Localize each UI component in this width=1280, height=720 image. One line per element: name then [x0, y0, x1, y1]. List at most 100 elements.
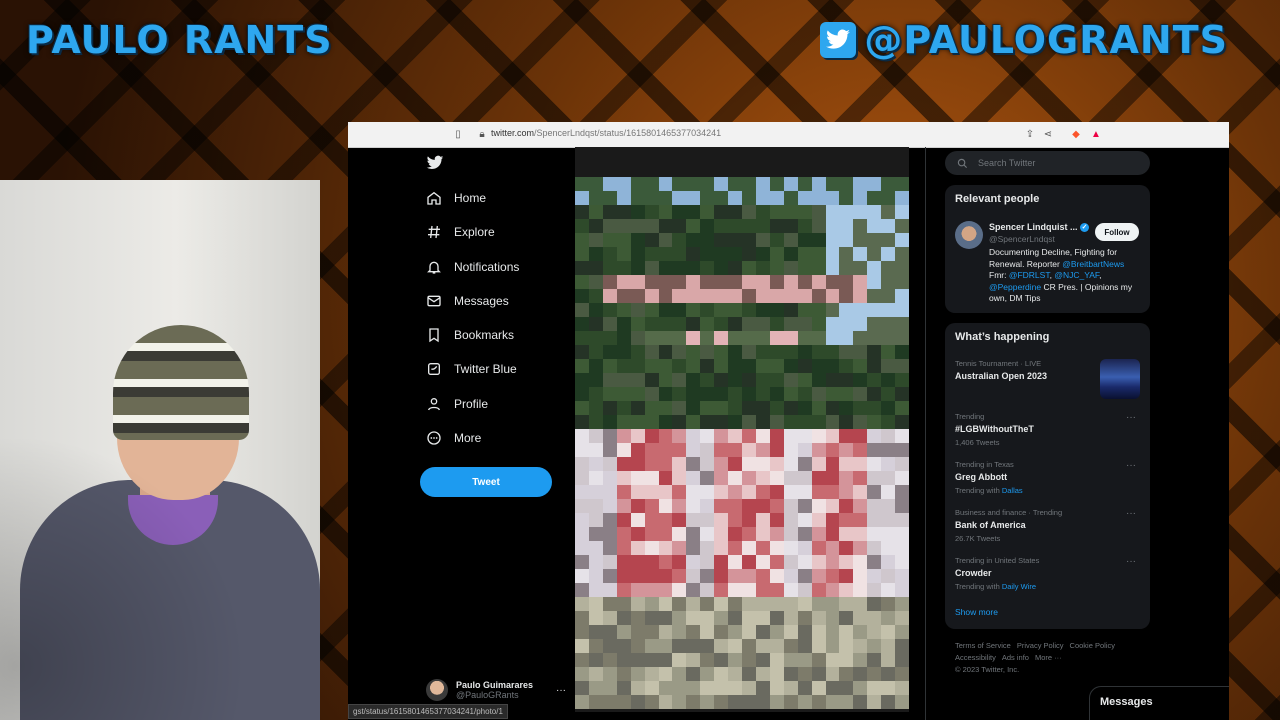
- nav-profile-label: Profile: [454, 397, 489, 411]
- tweet-photo-pixelated[interactable]: [575, 147, 909, 712]
- nav-messages-label: Messages: [454, 294, 509, 308]
- trend-link[interactable]: Daily Wire: [1002, 582, 1036, 591]
- browser-window: ▯ 🔒︎ twitter.com/SpencerLndqst/status/16…: [348, 122, 1229, 720]
- share-page-icon[interactable]: ⇪: [1024, 128, 1036, 140]
- relevant-people-card: Relevant people Spencer Lindquist ... ✓ …: [945, 185, 1150, 313]
- trend-item[interactable]: Trending in United States Crowder Trendi…: [955, 556, 1140, 591]
- footer-link[interactable]: More ···: [1035, 653, 1062, 662]
- more-dots-icon[interactable]: ···: [1126, 460, 1136, 471]
- nav-twitter-blue[interactable]: Twitter Blue: [426, 357, 517, 381]
- hashtag-icon: [428, 225, 440, 239]
- webcam-feed: [0, 180, 320, 720]
- person-name[interactable]: Spencer Lindquist ... ✓: [989, 222, 1090, 233]
- bio-link[interactable]: @FDRLST: [1009, 270, 1050, 280]
- trend-name: Crowder: [955, 568, 992, 578]
- footer-link[interactable]: Privacy Policy: [1017, 641, 1064, 650]
- nav-explore-label: Explore: [454, 225, 495, 239]
- channel-handle: @PAULOGRANTS: [864, 18, 1228, 62]
- trend-meta: Trending: [955, 412, 985, 421]
- show-more-link[interactable]: Show more: [955, 607, 998, 617]
- nav-bookmarks[interactable]: Bookmarks: [426, 323, 514, 347]
- bio-link[interactable]: @NJC_YAF: [1054, 270, 1099, 280]
- trend-context: Trending with Daily Wire: [955, 582, 1036, 591]
- footer-link[interactable]: Accessibility: [955, 653, 996, 662]
- person-handle[interactable]: @SpencerLndqst: [989, 234, 1055, 244]
- more-circle-icon: [427, 431, 441, 445]
- twitter-bird-icon: [820, 22, 857, 58]
- more-dots-icon[interactable]: ···: [556, 685, 566, 696]
- more-dots-icon[interactable]: ···: [1126, 412, 1136, 423]
- bio-link[interactable]: @Pepperdine: [989, 282, 1041, 292]
- nav-explore[interactable]: Explore: [426, 220, 495, 244]
- twitter-blue-icon: [428, 363, 440, 375]
- twitter-logo-icon[interactable]: [426, 155, 444, 176]
- footer-link[interactable]: Ads info: [1002, 653, 1029, 662]
- nav-messages[interactable]: Messages: [426, 289, 509, 313]
- avatar[interactable]: [955, 221, 983, 249]
- search-icon: [957, 158, 968, 168]
- search-box[interactable]: [945, 151, 1150, 175]
- footer-link[interactable]: Terms of Service: [955, 641, 1011, 650]
- column-divider: [925, 147, 926, 720]
- nav-bookmarks-label: Bookmarks: [454, 328, 515, 342]
- trend-name: #LGBWithoutTheT: [955, 424, 1034, 434]
- pixelated-image: [575, 177, 909, 712]
- person-icon: [428, 398, 440, 411]
- relevant-people-title: Relevant people: [955, 193, 1040, 205]
- trend-name: Greg Abbott: [955, 472, 1008, 482]
- account-switcher[interactable]: Paulo Guimarares @PauloGRants ···: [426, 675, 566, 705]
- nav-home-label: Home: [454, 191, 487, 205]
- search-input[interactable]: [976, 157, 1130, 169]
- footer-link[interactable]: Cookie Policy: [1070, 641, 1115, 650]
- envelope-icon: [427, 295, 441, 307]
- nav-profile[interactable]: Profile: [426, 392, 488, 416]
- channel-handle-group: @PAULOGRANTS: [820, 18, 1228, 62]
- nav-notifications[interactable]: Notifications: [426, 255, 519, 279]
- lock-icon: 🔒︎: [479, 128, 485, 140]
- trend-item[interactable]: Trending in Texas Greg Abbott Trending w…: [955, 460, 1140, 495]
- webcam-shadow: [0, 180, 320, 720]
- url-text[interactable]: twitter.com/SpencerLndqst/status/1615801…: [491, 128, 721, 138]
- trend-item[interactable]: Business and finance · Trending Bank of …: [955, 508, 1140, 543]
- channel-title: PAULO RANTS: [26, 18, 333, 62]
- verified-badge-icon: ✓: [1080, 223, 1090, 233]
- twitter-sidebar: Home Explore Notifications Messages Book…: [420, 147, 570, 720]
- address-bar[interactable]: ▯ 🔒︎ twitter.com/SpencerLndqst/status/16…: [348, 122, 1229, 148]
- trend-item[interactable]: Tennis Tournament · LIVE Australian Open…: [955, 359, 1140, 399]
- nav-more-label: More: [454, 431, 482, 445]
- whats-happening-card: What’s happening Tennis Tournament · LIV…: [945, 323, 1150, 629]
- account-handle: @PauloGRants: [456, 690, 519, 700]
- tweet-button[interactable]: Tweet: [420, 467, 552, 497]
- trend-meta: Trending in United States: [955, 556, 1040, 565]
- brave-shield-icon[interactable]: ◆: [1070, 128, 1082, 140]
- share-icon[interactable]: ⋖: [1042, 128, 1054, 140]
- bell-icon: [427, 261, 441, 274]
- trend-count: 26.7K Tweets: [955, 534, 1001, 543]
- trend-meta: Business and finance · Trending: [955, 508, 1063, 517]
- account-name: Paulo Guimarares: [456, 680, 534, 690]
- trend-link[interactable]: Dallas: [1002, 486, 1023, 495]
- bio-link[interactable]: @BreitbartNews: [1062, 259, 1124, 269]
- status-bar-link: gst/status/1615801465377034241/photo/1: [348, 704, 508, 719]
- nav-notifications-label: Notifications: [454, 260, 520, 274]
- trend-meta: Trending in Texas: [955, 460, 1014, 469]
- nav-more[interactable]: More: [426, 426, 481, 450]
- trend-thumbnail: [1100, 359, 1140, 399]
- nav-twitter-blue-label: Twitter Blue: [454, 362, 517, 376]
- copyright: © 2023 Twitter, Inc.: [955, 665, 1020, 674]
- nav-home[interactable]: Home: [426, 186, 486, 210]
- bookmark-icon: [429, 328, 439, 343]
- rewards-icon[interactable]: ▲: [1090, 128, 1102, 140]
- footer-links: Terms of Service Privacy Policy Cookie Pol…: [955, 640, 1150, 676]
- home-icon: [427, 191, 441, 205]
- person-bio: Documenting Decline, Fighting for Renewa…: [989, 247, 1133, 303]
- bookmark-icon[interactable]: ▯: [452, 128, 464, 140]
- follow-button[interactable]: Follow: [1095, 223, 1139, 241]
- trend-context: Trending with Dallas: [955, 486, 1023, 495]
- trend-item[interactable]: Trending #LGBWithoutTheT 1,406 Tweets ··…: [955, 412, 1140, 447]
- more-dots-icon[interactable]: ···: [1126, 508, 1136, 519]
- more-dots-icon[interactable]: ···: [1126, 556, 1136, 567]
- whats-happening-title: What’s happening: [955, 331, 1050, 343]
- trend-name: Bank of America: [955, 520, 1026, 530]
- messages-drawer[interactable]: Messages: [1089, 686, 1229, 720]
